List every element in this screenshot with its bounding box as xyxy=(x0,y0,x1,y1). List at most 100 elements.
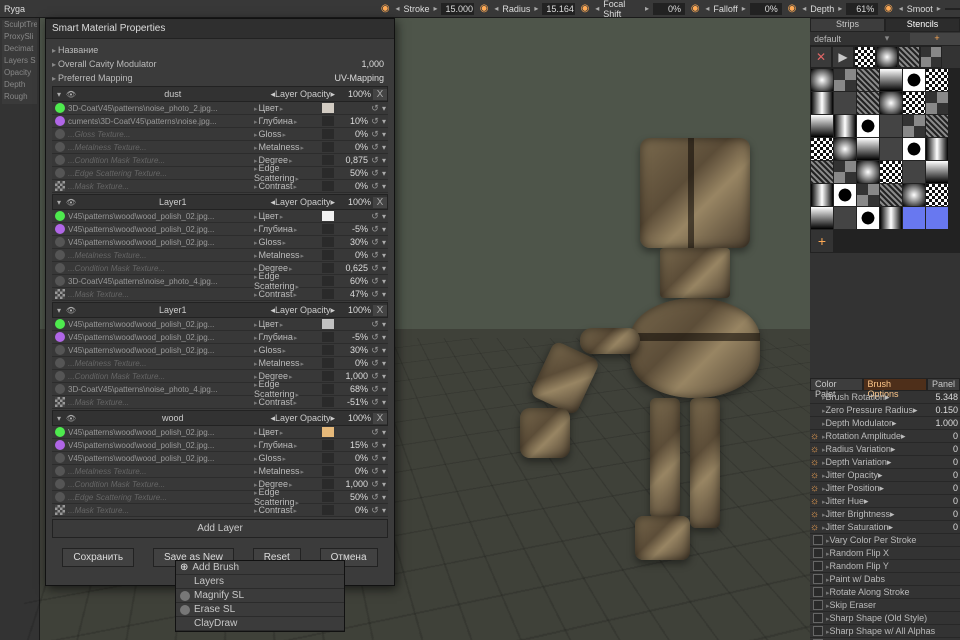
value-bar[interactable] xyxy=(322,319,334,329)
value-number[interactable]: 15% xyxy=(336,440,370,450)
layer-header[interactable]: ▾ 👁 dust ◂Layer Opacity▸ 100% X xyxy=(52,86,388,102)
alpha-thumb[interactable] xyxy=(926,207,948,229)
chevron-down-icon[interactable]: ▾ xyxy=(380,454,388,463)
value-number[interactable]: 0% xyxy=(336,453,370,463)
reset-icon[interactable]: ↺ xyxy=(370,289,380,300)
alpha-thumb[interactable] xyxy=(857,207,879,229)
layer-opacity-value[interactable]: 100% xyxy=(337,305,371,315)
alpha-thumb[interactable] xyxy=(926,184,948,206)
checkbox[interactable] xyxy=(813,587,823,597)
chevron-down-icon[interactable]: ▾ xyxy=(380,238,388,247)
arrow-right-icon[interactable]: ▸ xyxy=(534,4,538,13)
value-bar[interactable] xyxy=(322,397,334,407)
layer-opacity-value[interactable]: 100% xyxy=(337,413,371,423)
option-value[interactable]: 0 xyxy=(928,444,960,454)
texture-row[interactable]: ...Metalness Texture... xyxy=(52,465,252,478)
tool-icon[interactable]: ◉ xyxy=(478,2,490,16)
add-alpha-icon[interactable]: + xyxy=(811,230,833,252)
alpha-thumb[interactable] xyxy=(903,184,925,206)
chevron-down-icon[interactable]: ▾ xyxy=(380,182,388,191)
value-number[interactable]: 1,000 xyxy=(336,479,370,489)
alpha-thumb[interactable] xyxy=(880,138,902,160)
left-tab[interactable]: ProxySli xyxy=(2,32,37,44)
chevron-down-icon[interactable]: ▾ xyxy=(380,359,388,368)
value-row[interactable]: Edge Scattering 68% ↺ ▾ xyxy=(252,383,388,396)
chevron-down-icon[interactable]: ▾ xyxy=(380,320,388,329)
value-bar[interactable] xyxy=(322,276,334,286)
arrow-right-icon[interactable]: ▸ xyxy=(742,4,746,13)
checkbox[interactable] xyxy=(813,600,823,610)
param-value[interactable]: 61% xyxy=(846,3,878,15)
alpha-thumb[interactable] xyxy=(903,92,925,114)
arrow-left-icon[interactable]: ◂ xyxy=(705,4,709,13)
chevron-down-icon[interactable]: ▾ xyxy=(380,346,388,355)
alpha-thumb[interactable] xyxy=(854,46,876,68)
arrow-right-icon[interactable]: ▸ xyxy=(645,4,649,13)
sun-icon[interactable]: ☼ xyxy=(810,509,820,520)
value-number[interactable]: 50% xyxy=(336,168,370,178)
option-row[interactable]: Paint w/ Dabs xyxy=(810,573,960,586)
texture-row[interactable]: ...Metalness Texture... xyxy=(52,357,252,370)
reset-icon[interactable]: ↺ xyxy=(370,155,380,166)
brush-item[interactable]: Magnify SL xyxy=(176,589,344,603)
alpha-thumb[interactable] xyxy=(898,46,920,68)
chevron-down-icon[interactable]: ▾ xyxy=(380,290,388,299)
option-row[interactable]: Brush Rotation▸ 5.348 xyxy=(810,391,960,404)
value-number[interactable]: 30% xyxy=(336,345,370,355)
option-value[interactable]: 0 xyxy=(928,457,960,467)
layer-name[interactable]: wood xyxy=(77,413,268,423)
value-number[interactable]: 0% xyxy=(336,505,370,515)
next-icon[interactable]: ▶ xyxy=(832,46,854,68)
value-number[interactable]: 0% xyxy=(336,181,370,191)
reset-icon[interactable]: ↺ xyxy=(370,276,380,287)
chevron-down-icon[interactable]: ▾ xyxy=(380,398,388,407)
texture-row[interactable]: ...V45\patterns\wood\wood_polish_02.jpg xyxy=(52,452,252,465)
value-bar[interactable] xyxy=(322,505,334,515)
alpha-thumb[interactable] xyxy=(880,184,902,206)
close-icon[interactable]: ✕ xyxy=(810,46,832,68)
checkbox[interactable] xyxy=(813,561,823,571)
value-bar[interactable] xyxy=(322,479,334,489)
alpha-thumb[interactable] xyxy=(880,115,902,137)
checkbox[interactable] xyxy=(813,613,823,623)
alpha-thumb[interactable] xyxy=(811,92,833,114)
dialog-button[interactable]: Сохранить xyxy=(62,548,134,567)
layer-opacity-value[interactable]: 100% xyxy=(337,89,371,99)
value-row[interactable]: Contrast 0% ↺ ▾ xyxy=(252,504,388,517)
param-value[interactable]: 0% xyxy=(653,3,685,15)
value-bar[interactable] xyxy=(322,289,334,299)
arrow-right-icon[interactable]: ▸ xyxy=(433,4,437,13)
eye-icon[interactable]: 👁 xyxy=(65,90,77,99)
chevron-down-icon[interactable]: ▾ xyxy=(380,169,388,178)
stencil-preset[interactable]: default xyxy=(810,34,860,44)
option-row[interactable]: Sharp Shape (Old Style) xyxy=(810,612,960,625)
value-bar[interactable] xyxy=(322,358,334,368)
value-bar[interactable] xyxy=(322,492,334,502)
layer-header[interactable]: ▾ 👁 Layer1 ◂Layer Opacity▸ 100% X xyxy=(52,302,388,318)
close-icon[interactable]: X xyxy=(373,197,387,208)
param-value[interactable] xyxy=(945,8,960,10)
alpha-thumb[interactable] xyxy=(857,92,879,114)
prop-value[interactable]: UV-Mapping xyxy=(298,73,388,83)
left-tab[interactable]: Opacity xyxy=(2,68,37,80)
chevron-down-icon[interactable]: ▾ xyxy=(380,493,388,502)
option-value[interactable]: 0 xyxy=(928,470,960,480)
option-row[interactable]: ☼ Jitter Hue▸ 0 xyxy=(810,495,960,508)
value-bar[interactable] xyxy=(322,384,334,394)
reset-icon[interactable]: ↺ xyxy=(370,181,380,192)
option-row[interactable]: Rotate Along Stroke xyxy=(810,586,960,599)
alpha-thumb[interactable] xyxy=(834,184,856,206)
chevron-down-icon[interactable]: ▾ xyxy=(380,143,388,152)
option-row[interactable]: Random Flip X xyxy=(810,547,960,560)
texture-row[interactable]: ...3D-CoatV45\patterns\noise_photo_4.jpg xyxy=(52,383,252,396)
alpha-thumb[interactable] xyxy=(857,184,879,206)
option-value[interactable]: 0 xyxy=(928,509,960,519)
layer-name[interactable]: Layer1 xyxy=(77,197,268,207)
chevron-down-icon[interactable]: ▾ xyxy=(380,506,388,515)
left-tab[interactable]: Rough xyxy=(2,92,37,104)
value-bar[interactable] xyxy=(322,116,334,126)
disclosure-icon[interactable]: ▾ xyxy=(53,306,65,315)
value-row[interactable]: Contrast -51% ↺ ▾ xyxy=(252,396,388,409)
add-layer-button[interactable]: Add Layer xyxy=(52,519,388,538)
brush-item[interactable]: ClayDraw xyxy=(176,617,344,631)
